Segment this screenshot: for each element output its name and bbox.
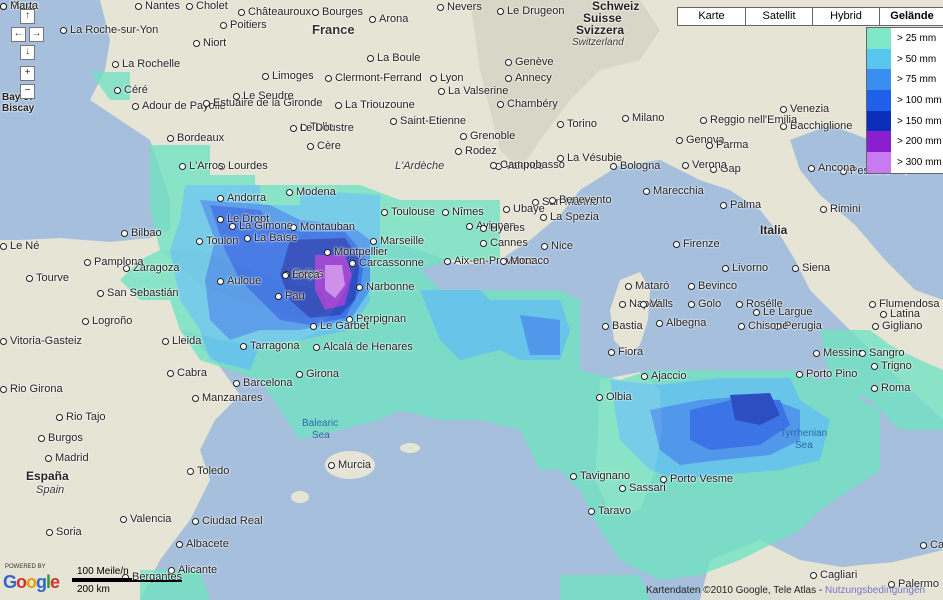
legend-row: > 200 mm [867, 131, 943, 153]
legend-label: > 50 mm [897, 53, 937, 65]
pan-right-button[interactable]: → [29, 27, 44, 42]
precipitation-map[interactable]: France Schweiz Suisse Svizzera Switzerla… [0, 0, 943, 600]
pan-down-button[interactable]: ↓ [20, 45, 35, 60]
legend-row: > 100 mm [867, 90, 943, 111]
legend-label: > 300 mm [897, 156, 942, 168]
copyright-text: Kartendaten ©2010 Google, Tele Atlas - N… [646, 585, 925, 596]
powered-by-text: POWERED BY [5, 564, 46, 570]
rain-25mm-region-south [140, 570, 650, 600]
map-type-satellit-button[interactable]: Satellit [745, 7, 813, 26]
legend-swatch [867, 28, 891, 49]
legend-label: > 75 mm [897, 74, 937, 86]
legend-swatch [867, 69, 891, 91]
map-type-hybrid-button[interactable]: Hybrid [812, 7, 880, 26]
scale-km-label: 200 km [77, 584, 110, 595]
legend-label: > 150 mm [897, 115, 942, 127]
legend-swatch [867, 48, 891, 70]
legend-label: > 100 mm [897, 94, 942, 106]
logo-letter: G [3, 572, 17, 592]
zoom-out-button[interactable]: − [20, 84, 35, 99]
legend-swatch [867, 90, 891, 111]
terms-link[interactable]: Nutzungsbedingungen [825, 585, 925, 596]
copyright-label: Kartendaten ©2010 Google, Tele Atlas - [646, 585, 823, 596]
zoom-in-button[interactable]: + [20, 66, 35, 81]
map-type-bar: Karte Satellit Hybrid Gelände [677, 7, 943, 26]
legend-swatch [867, 152, 891, 173]
map-type-karte-button[interactable]: Karte [677, 7, 746, 26]
map-type-gelaende-button[interactable]: Gelände [879, 7, 943, 26]
legend-swatch [867, 131, 891, 153]
legend-swatch [867, 110, 891, 132]
precipitation-legend: > 25 mm > 50 mm > 75 mm > 100 mm > 150 m… [866, 27, 943, 174]
legend-label: > 200 mm [897, 136, 942, 148]
scale-bar-km [72, 580, 182, 582]
precipitation-overlay [90, 72, 943, 600]
logo-letter: o [16, 572, 27, 592]
legend-row: > 300 mm [867, 152, 943, 173]
logo-letter: e [50, 572, 60, 592]
pan-up-button[interactable]: ↑ [20, 9, 35, 24]
logo-letter: o [26, 572, 37, 592]
legend-row: > 75 mm [867, 69, 943, 91]
logo-letter: g [36, 572, 47, 592]
google-logo[interactable]: Google [3, 572, 60, 593]
legend-label: > 25 mm [897, 32, 937, 44]
pan-left-button[interactable]: ← [11, 27, 26, 42]
legend-row: > 150 mm [867, 110, 943, 132]
legend-row: > 50 mm [867, 48, 943, 70]
scale-miles-label: 100 Meile/n [77, 566, 129, 577]
legend-row: > 25 mm [867, 28, 943, 49]
